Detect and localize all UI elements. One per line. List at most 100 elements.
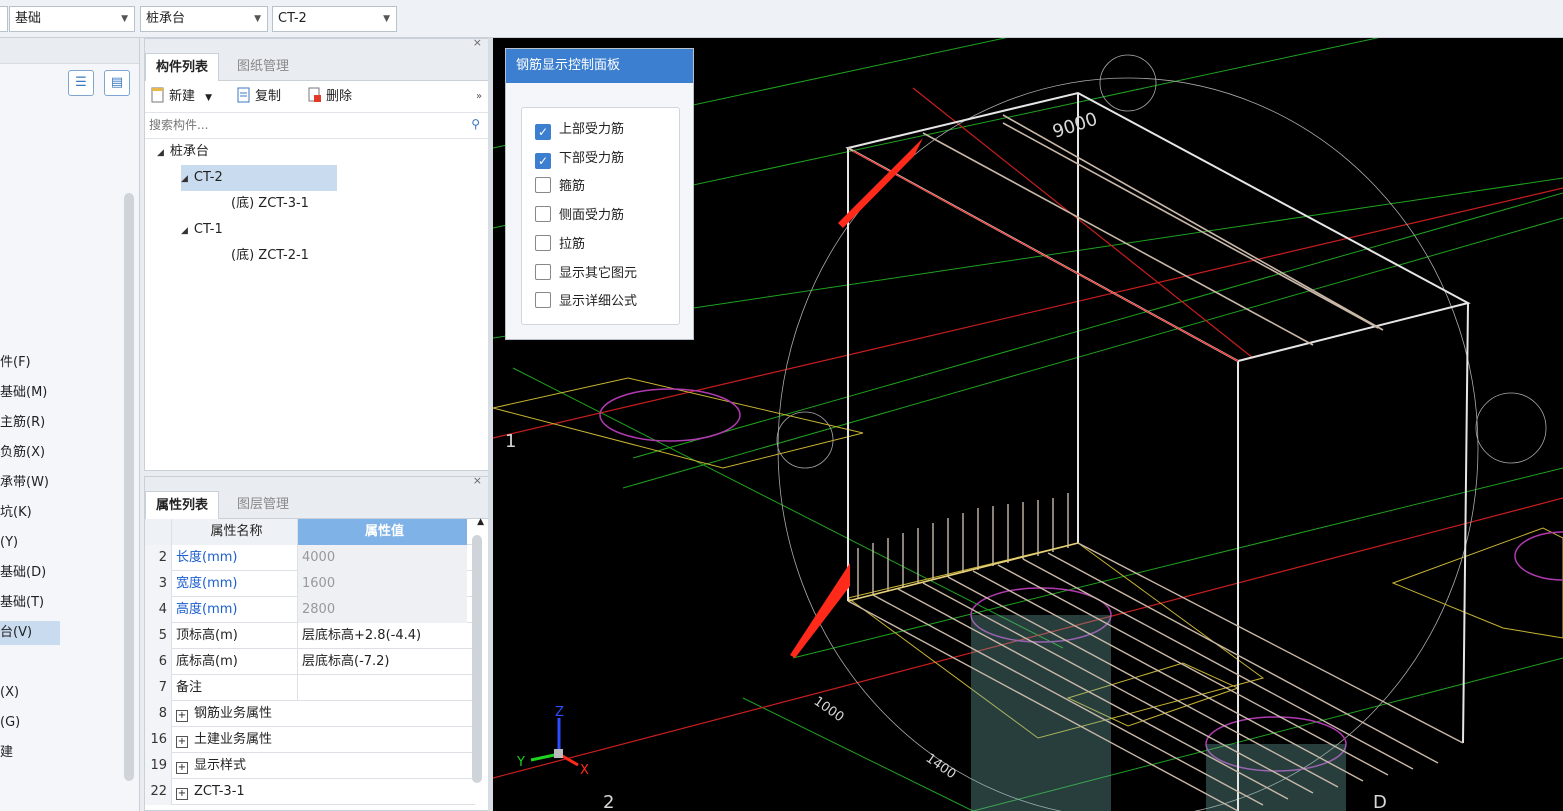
tree-node-ct2[interactable]: ◢ CT-2 [181, 165, 337, 191]
property-value[interactable]: 2800 [297, 597, 467, 623]
sidebar-item[interactable]: 建 [0, 741, 13, 765]
tree-leaf-label: ZCT-3-1 [258, 196, 309, 211]
tree-leaf-zct21[interactable]: (底) ZCT-2-1 [231, 243, 309, 269]
sidebar-item[interactable]: 台(V) [0, 621, 60, 645]
sidebar-item[interactable]: 坑(K) [0, 501, 32, 525]
property-name: 底标高(m) [171, 649, 297, 675]
property-name-label: 备注 [176, 680, 203, 695]
tab-layer-manage[interactable]: 图层管理 [227, 491, 299, 519]
dimension-label: 1000 [811, 694, 847, 725]
property-row[interactable]: 2 长度(mm) 4000 [145, 545, 475, 571]
component-list-panel: × 构件列表 图纸管理 新建 ▼ 复制 删除 » ⚲ ◢ 桩承台 ◢ CT-2 (底… [144, 36, 489, 471]
checkbox-icon[interactable] [535, 263, 551, 280]
axis-bubble [1099, 54, 1157, 112]
property-row[interactable]: 19 + 显示样式 [145, 753, 475, 779]
search-input[interactable] [145, 113, 455, 137]
delete-icon [308, 84, 322, 102]
detail-view-icon[interactable]: ▤ [104, 70, 130, 96]
sidebar-item[interactable]: (G) [0, 711, 20, 735]
property-name-label: 显示样式 [194, 758, 247, 773]
property-row[interactable]: 8 + 钢筋业务属性 [145, 701, 475, 727]
rebar-option[interactable]: ✓ 上部受力筋 [535, 120, 624, 140]
search-icon[interactable]: ⚲ [471, 117, 480, 131]
rebar-control-panel: 钢筋显示控制面板 ✓ 上部受力筋 ✓ 下部受力筋 箍筋 侧面受力筋 拉筋 显示其它图元 显示详细… [505, 48, 694, 340]
rebar-hooks [857, 493, 1069, 598]
property-value[interactable]: 4000 [297, 545, 467, 571]
tab-drawing-manage[interactable]: 图纸管理 [227, 53, 299, 81]
category-select[interactable]: 桩承台 ▼ [140, 6, 268, 32]
expand-triangle-icon: ◢ [181, 174, 188, 184]
property-row[interactable]: 5 顶标高(m) 层底标高+2.8(-4.4) [145, 623, 475, 649]
close-icon[interactable]: × [473, 36, 482, 49]
checkbox-icon[interactable] [535, 234, 551, 251]
sidebar-item[interactable]: 主筋(R) [0, 411, 45, 435]
tree-leaf-zct31[interactable]: (底) ZCT-3-1 [231, 191, 309, 217]
property-row[interactable]: 7 备注 [145, 675, 475, 701]
sidebar-item[interactable]: 基础(M) [0, 381, 47, 405]
view-circle [777, 77, 1479, 811]
rebar-option[interactable]: 显示详细公式 [535, 292, 637, 312]
checkbox-checked-icon[interactable]: ✓ [535, 124, 551, 140]
checkbox-icon[interactable] [535, 177, 551, 194]
checkbox-icon[interactable] [535, 206, 551, 223]
left-nav-header [0, 38, 139, 64]
tree-leaf-label: ZCT-2-1 [258, 248, 309, 263]
property-value[interactable]: 层底标高(-7.2) [297, 649, 467, 675]
property-value[interactable] [297, 675, 467, 701]
sidebar-item[interactable]: 负筋(X) [0, 441, 45, 465]
tree-root[interactable]: ◢ 桩承台 [157, 139, 209, 165]
new-button[interactable]: 新建 ▼ [151, 81, 212, 113]
property-row[interactable]: 22 + ZCT-3-1 [145, 779, 475, 805]
top-toolbar: 基础 ▼ 桩承台 ▼ CT-2 ▼ [0, 0, 1563, 38]
checkbox-checked-icon[interactable]: ✓ [535, 152, 551, 169]
rebar-option[interactable]: 拉筋 [535, 234, 585, 255]
delete-button[interactable]: 删除 [308, 81, 352, 113]
cap-box [845, 91, 1471, 811]
expand-plus-icon[interactable]: + [176, 710, 188, 722]
sidebar-item[interactable]: 件(F) [0, 351, 31, 375]
floor-select[interactable]: 基础 ▼ [9, 6, 135, 32]
expand-plus-icon[interactable]: + [176, 762, 188, 774]
scroll-up-icon[interactable]: ▲ [477, 517, 484, 527]
copy-button[interactable]: 复制 [237, 81, 281, 113]
property-name-label: 底标高(m) [176, 654, 238, 669]
more-icon[interactable]: » [476, 81, 482, 113]
sidebar-item[interactable]: (X) [0, 681, 19, 705]
component-select[interactable]: CT-2 ▼ [272, 6, 397, 32]
property-row[interactable]: 3 宽度(mm) 1600 [145, 571, 475, 597]
tab-property-list[interactable]: 属性列表 [145, 491, 220, 519]
sidebar-item[interactable]: 基础(D) [0, 561, 46, 585]
property-value[interactable]: 层底标高+2.8(-4.4) [297, 623, 467, 649]
rebar-option[interactable]: 显示其它图元 [535, 263, 637, 284]
left-nav-scrollbar[interactable] [124, 193, 134, 781]
axis-label: 2 [603, 792, 614, 811]
tab-component-list[interactable]: 构件列表 [145, 53, 220, 81]
property-value[interactable]: 1600 [297, 571, 467, 597]
property-name: 高度(mm) [171, 597, 297, 623]
sidebar-item[interactable]: (Y) [0, 531, 18, 555]
checkbox-icon[interactable] [535, 292, 551, 309]
axis-label: D [1373, 792, 1387, 811]
sidebar-item[interactable]: 基础(T) [0, 591, 44, 615]
property-row[interactable]: 4 高度(mm) 2800 [145, 597, 475, 623]
sidebar-item[interactable]: 承带(W) [0, 471, 49, 495]
component-tabs: 构件列表 图纸管理 [145, 53, 488, 81]
tree-leaf-prefix: (底) [231, 248, 255, 263]
clipped-combo[interactable] [0, 6, 8, 32]
close-icon[interactable]: × [473, 474, 482, 487]
property-scrollbar[interactable] [472, 535, 482, 783]
rebar-option[interactable]: ✓ 下部受力筋 [535, 149, 624, 169]
property-row[interactable]: 6 底标高(m) 层底标高(-7.2) [145, 649, 475, 675]
list-view-icon[interactable]: ☰ [68, 70, 94, 96]
rebar-option[interactable]: 侧面受力筋 [535, 206, 624, 226]
property-tabs: 属性列表 图层管理 [145, 491, 488, 519]
rebar-option[interactable]: 箍筋 [535, 177, 585, 197]
property-row[interactable]: 16 + 土建业务属性 [145, 727, 475, 753]
expand-plus-icon[interactable]: + [176, 736, 188, 748]
property-row-number: 2 [145, 545, 171, 571]
expand-plus-icon[interactable]: + [176, 788, 188, 800]
property-name: + 土建业务属性 [171, 727, 467, 753]
property-name-label: 土建业务属性 [194, 732, 273, 747]
tree-node-ct1[interactable]: ◢ CT-1 [181, 217, 223, 243]
category-select-value: 桩承台 [146, 11, 186, 26]
